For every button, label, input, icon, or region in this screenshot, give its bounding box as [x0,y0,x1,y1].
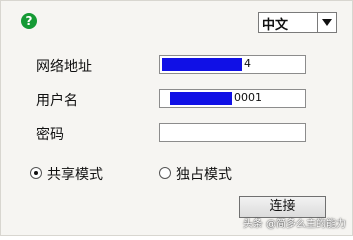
chevron-down-icon[interactable] [317,13,336,32]
language-select[interactable]: 中文 [258,12,337,33]
network-address-label: 网络地址 [36,59,92,75]
username-field[interactable]: 0001 [159,89,306,108]
radio-selected-dot [34,171,38,175]
shared-mode-label[interactable]: 共享模式 [47,164,103,184]
redaction-mark [162,58,242,71]
redaction-mark [170,92,232,105]
username-value: 0001 [234,91,262,104]
username-label: 用户名 [36,93,78,109]
network-address-field[interactable]: 4 [159,55,306,74]
language-select-value: 中文 [262,18,289,33]
network-address-value: 4 [244,57,251,70]
shared-mode-radio[interactable] [30,167,42,179]
password-label: 密码 [36,127,64,143]
exclusive-mode-radio[interactable] [159,167,171,179]
watermark-text: 头条 @简多么主的能力 [242,219,346,230]
login-dialog: ? 中文 网络地址 4 用户名 0001 密码 共享模式 独占模式 连接 头条 … [0,0,353,236]
exclusive-mode-label[interactable]: 独占模式 [176,164,232,184]
password-field[interactable] [159,123,306,142]
help-icon[interactable]: ? [21,13,37,29]
